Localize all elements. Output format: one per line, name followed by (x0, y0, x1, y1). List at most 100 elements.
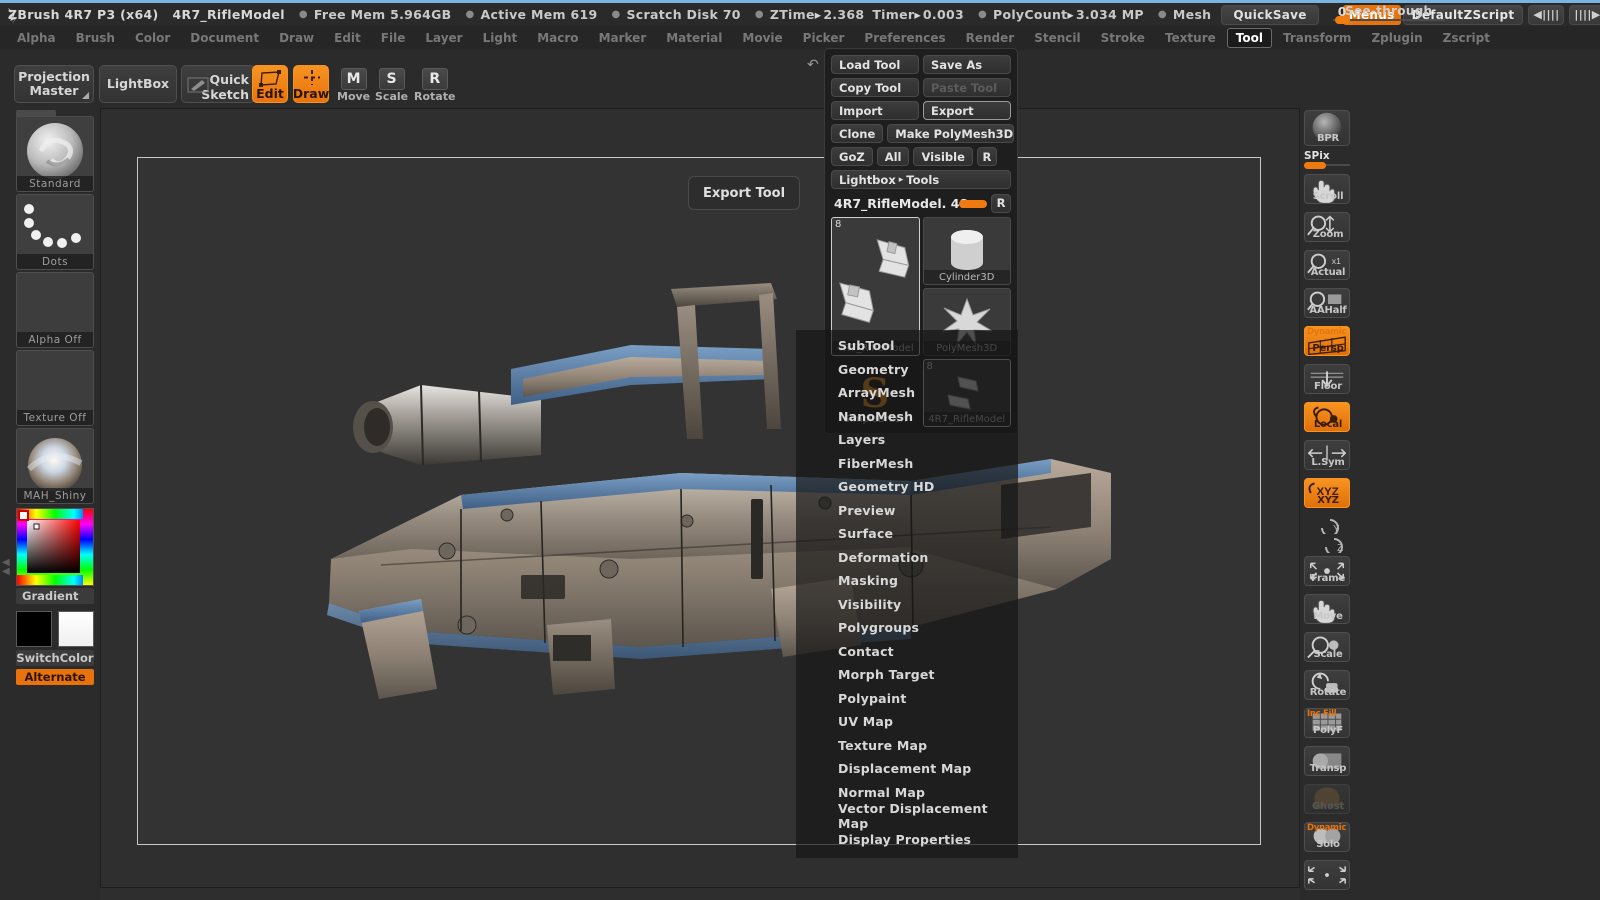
right-shelf-scroll-button[interactable]: Scroll (1304, 174, 1350, 204)
projection-master-expand-icon[interactable] (82, 92, 89, 99)
right-shelf-solo-button[interactable]: Dynamic Solo (1304, 822, 1350, 852)
quicksave-button[interactable]: QuickSave (1221, 4, 1319, 25)
subpalette-layers[interactable]: Layers (796, 428, 1018, 452)
rotate-button[interactable]: R Rotate (414, 68, 455, 103)
lightbox-tools-button[interactable]: Lightbox ▸ Tools (831, 170, 1011, 189)
right-shelf-move-button[interactable]: Move (1304, 594, 1350, 624)
canvas-area[interactable]: Export Tool (100, 108, 1300, 888)
subpalette-polygroups[interactable]: Polygroups (796, 616, 1018, 640)
right-shelf-xyz-button[interactable]: XYZ XYZ (1304, 478, 1350, 508)
right-shelf-ghost-button[interactable]: Ghost (1304, 784, 1350, 814)
right-shelf-polyf-button[interactable]: Inc Fill PolyF (1304, 708, 1350, 738)
menu-item-macro[interactable]: Macro (528, 28, 587, 48)
texture-selector[interactable]: Texture Off (16, 350, 94, 426)
goz-r-button[interactable]: R (976, 147, 997, 166)
menu-item-preferences[interactable]: Preferences (855, 28, 954, 48)
undo-history-icon[interactable]: ↶ (807, 57, 819, 73)
right-shelf-rotate-button[interactable]: Rotate (1304, 670, 1350, 700)
see-through-knob[interactable] (1334, 15, 1350, 24)
goz-button[interactable]: GoZ (831, 147, 873, 166)
menu-item-alpha[interactable]: Alpha (8, 28, 65, 48)
switchcolor-button[interactable]: SwitchColor (16, 650, 94, 666)
make-polymesh3d-button[interactable]: Make PolyMesh3D (887, 124, 1015, 143)
current-tool-slider[interactable] (959, 195, 987, 211)
subpalette-visibility[interactable]: Visibility (796, 593, 1018, 617)
goz-visible-button[interactable]: Visible (913, 147, 973, 166)
subpalette-surface[interactable]: Surface (796, 522, 1018, 546)
spix-slider[interactable]: SPix (1304, 150, 1350, 169)
menu-item-draw[interactable]: Draw (270, 28, 323, 48)
tool-thumb-cylinder[interactable]: Cylinder3D (922, 217, 1011, 285)
menu-item-texture[interactable]: Texture (1156, 28, 1225, 48)
menu-item-transform[interactable]: Transform (1274, 28, 1360, 48)
subpalette-arraymesh[interactable]: ArrayMesh (796, 381, 1018, 405)
load-tool-button[interactable]: Load Tool (831, 55, 919, 74)
subpalette-texture-map[interactable]: Texture Map (796, 734, 1018, 758)
material-selector[interactable]: MAH_Shiny (16, 428, 94, 504)
color-picker[interactable] (16, 508, 94, 586)
menu-item-stroke[interactable]: Stroke (1092, 28, 1154, 48)
rotate-z-icon[interactable]: Z (1318, 533, 1348, 556)
brush-selector[interactable]: Standard (16, 116, 94, 192)
right-shelf-actual-button[interactable]: x1 Actual (1304, 250, 1350, 280)
projection-master-button[interactable]: Projection Master (14, 65, 94, 103)
menu-item-marker[interactable]: Marker (590, 28, 656, 48)
menu-item-layer[interactable]: Layer (416, 28, 471, 48)
import-button[interactable]: Import (831, 101, 919, 120)
export-button[interactable]: Export (923, 101, 1011, 120)
right-shelf-local-button[interactable]: Local (1304, 402, 1350, 432)
secondary-color-swatch[interactable] (58, 611, 94, 647)
alpha-selector[interactable]: Alpha Off (16, 272, 94, 348)
gradient-button[interactable]: Gradient (16, 588, 94, 604)
save-as-button[interactable]: Save As (923, 55, 1011, 74)
alternate-button[interactable]: Alternate (16, 669, 94, 685)
move-button[interactable]: M Move (337, 68, 370, 103)
scale-button[interactable]: S Scale (375, 68, 408, 103)
subpalette-fibermesh[interactable]: FiberMesh (796, 452, 1018, 476)
menu-item-material[interactable]: Material (657, 28, 731, 48)
bpr-render-button[interactable]: BPR (1304, 110, 1350, 146)
right-shelf-aahalf-button[interactable]: AAHalf (1304, 288, 1350, 318)
subpalette-nanomesh[interactable]: NanoMesh (796, 405, 1018, 429)
subpalette-morph-target[interactable]: Morph Target (796, 663, 1018, 687)
subpalette-masking[interactable]: Masking (796, 569, 1018, 593)
copy-tool-button[interactable]: Copy Tool (831, 78, 919, 97)
current-tool-slider-knob[interactable] (959, 200, 987, 208)
right-shelf-frame-button[interactable]: Frame (1304, 556, 1350, 586)
right-shelf-expand-button[interactable] (1304, 860, 1350, 890)
spix-knob[interactable] (1304, 161, 1326, 169)
goz-all-button[interactable]: All (876, 147, 910, 166)
right-shelf-transp-button[interactable]: Transp (1304, 746, 1350, 776)
zscript-prev-icon[interactable]: ◀|||| (1528, 4, 1565, 25)
right-shelf-l-sym-button[interactable]: L.Sym (1304, 440, 1350, 470)
left-shelf-collapse-arrow-icon[interactable]: ◀ ◀ (2, 558, 10, 577)
menu-item-document[interactable]: Document (181, 28, 268, 48)
subpalette-vector-displacement-map[interactable]: Vector Displacement Map (796, 801, 1018, 831)
menu-item-picker[interactable]: Picker (794, 28, 854, 48)
subpalette-preview[interactable]: Preview (796, 499, 1018, 523)
right-shelf-persp-button[interactable]: Dynamic Persp (1304, 326, 1350, 356)
menu-item-color[interactable]: Color (126, 28, 179, 48)
zscript-next-icon[interactable]: ||||▶ (1569, 4, 1600, 25)
menu-item-render[interactable]: Render (957, 28, 1024, 48)
primary-color-swatch[interactable] (16, 611, 52, 647)
subpalette-displacement-map[interactable]: Displacement Map (796, 757, 1018, 781)
subpalette-geometry[interactable]: Geometry (796, 358, 1018, 382)
subpalette-display-properties[interactable]: Display Properties (796, 828, 1018, 852)
menu-item-movie[interactable]: Movie (733, 28, 791, 48)
subpalette-polypaint[interactable]: Polypaint (796, 687, 1018, 711)
quick-sketch-button[interactable]: Quick Sketch (181, 65, 255, 103)
menu-item-zplugin[interactable]: Zplugin (1362, 28, 1431, 48)
menu-item-brush[interactable]: Brush (67, 28, 124, 48)
menu-item-zscript[interactable]: Zscript (1434, 28, 1499, 48)
stroke-selector[interactable]: Dots (16, 194, 94, 270)
subpalette-subtool[interactable]: SubTool (796, 334, 1018, 358)
right-shelf-zoom-button[interactable]: Zoom (1304, 212, 1350, 242)
menu-item-edit[interactable]: Edit (325, 28, 370, 48)
right-shelf-scale-button[interactable]: Scale (1304, 632, 1350, 662)
draw-button[interactable]: Draw (293, 65, 329, 103)
menu-item-stencil[interactable]: Stencil (1025, 28, 1089, 48)
edit-button[interactable]: Edit (252, 65, 288, 103)
menu-item-file[interactable]: File (372, 28, 415, 48)
menu-item-tool[interactable]: Tool (1226, 28, 1272, 48)
